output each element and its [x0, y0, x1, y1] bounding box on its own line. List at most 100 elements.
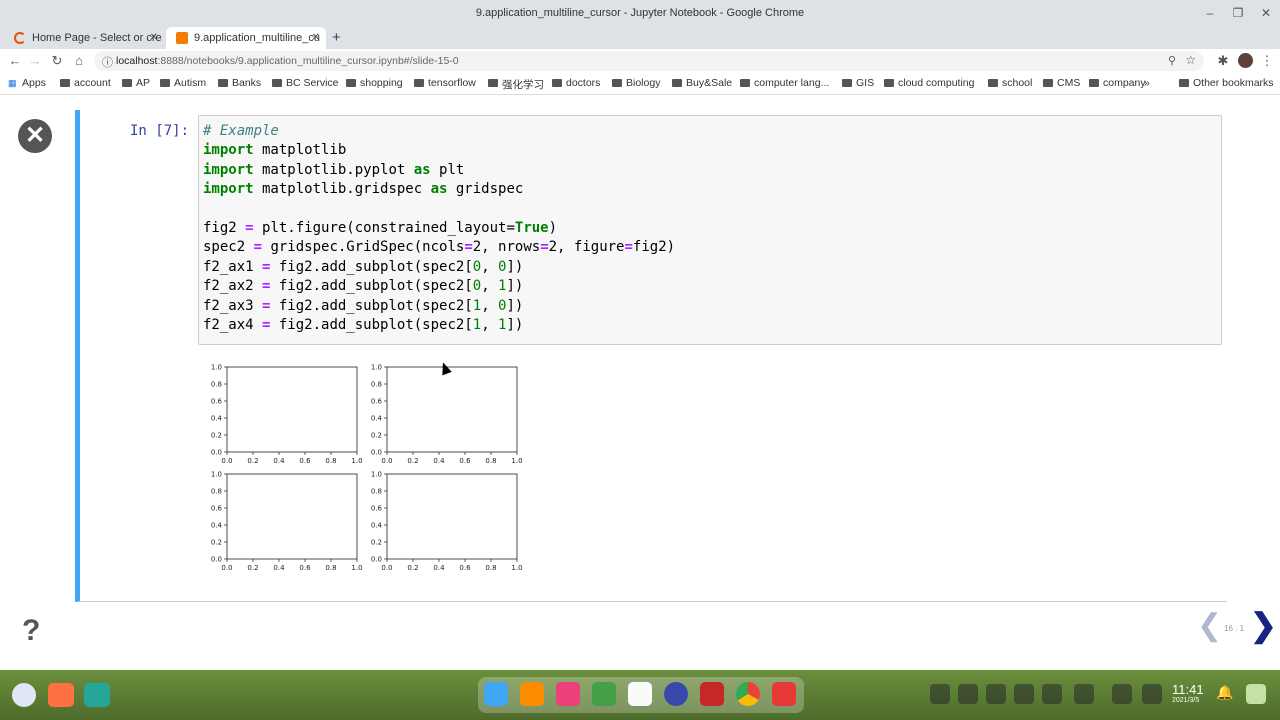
clock-date: 2021/3/5 — [1172, 697, 1200, 704]
code-line: f2_ax1 = fig2.add_subplot(spec2[0, 0]) — [203, 258, 524, 275]
next-slide-icon[interactable]: ❯ — [1250, 606, 1277, 644]
prev-slide-icon[interactable]: ❮ — [1197, 608, 1222, 643]
tab-notebook[interactable]: 9.application_multiline_cu ✕ — [166, 27, 326, 49]
browser-toolbar: ← → ↻ ⌂ ⓘ localhost:8888/notebooks/9.app… — [0, 49, 1280, 73]
bookmark-item[interactable]: school — [988, 77, 1032, 89]
music-icon[interactable] — [592, 682, 616, 706]
code-line: import matplotlib.pyplot as plt — [203, 161, 465, 178]
menu-icon[interactable]: ⋮ — [1258, 52, 1276, 70]
bookmark-item[interactable]: GIS — [842, 77, 874, 89]
trash-icon[interactable] — [1246, 684, 1266, 704]
restore-icon[interactable]: ❐ — [1230, 5, 1246, 21]
expand-tray-icon[interactable] — [1074, 684, 1094, 704]
y-tick-label: 0.6 — [371, 505, 383, 513]
code-line: f2_ax4 = fig2.add_subplot(spec2[1, 1]) — [203, 317, 524, 334]
y-tick-label: 1.0 — [211, 471, 222, 479]
app-store-icon[interactable] — [520, 682, 544, 706]
image-viewer-icon[interactable] — [556, 682, 580, 706]
bookmark-item[interactable]: account — [60, 77, 111, 89]
folder-icon — [672, 79, 682, 87]
bookmark-item[interactable]: cloud computing — [884, 77, 974, 89]
tray-icon[interactable] — [930, 684, 950, 704]
window-titlebar: 9.application_multiline_cursor - Jupyter… — [0, 0, 1280, 27]
volume-icon[interactable] — [986, 684, 1006, 704]
y-tick-label: 0.6 — [211, 398, 223, 406]
x-tick-label: 0.0 — [381, 457, 392, 465]
extensions-icon[interactable]: ✱ — [1214, 52, 1232, 70]
y-tick-label: 0.8 — [371, 488, 382, 496]
notification-panel-icon[interactable] — [1112, 684, 1132, 704]
code-editor[interactable]: # Example import matplotlib import matplot… — [198, 115, 1222, 345]
launcher-icon[interactable] — [12, 683, 36, 707]
reload-icon[interactable]: ↻ — [48, 52, 66, 70]
y-tick-label: 0.8 — [371, 381, 382, 389]
star-icon[interactable]: ☆ — [1185, 53, 1196, 67]
axes-frame — [386, 473, 518, 560]
desktop-icon[interactable] — [84, 683, 110, 707]
wifi-icon[interactable] — [1014, 684, 1034, 704]
bookmark-item[interactable]: Biology — [612, 77, 660, 89]
close-tab-icon[interactable]: ✕ — [150, 27, 158, 49]
bookmark-item[interactable]: shopping — [346, 77, 403, 89]
bookmark-item[interactable]: Banks — [218, 77, 261, 89]
bookmark-item[interactable]: company — [1089, 77, 1146, 89]
x-tick-label: 1.0 — [511, 564, 522, 572]
multitask-icon[interactable] — [48, 683, 74, 707]
x-tick-label: 0.6 — [459, 564, 471, 572]
power-icon[interactable] — [1142, 684, 1162, 704]
code-line: f2_ax3 = fig2.add_subplot(spec2[1, 0]) — [203, 297, 524, 314]
x-tick-label: 1.0 — [351, 564, 362, 572]
x-tick-label: 0.6 — [459, 457, 471, 465]
y-tick-label: 0.0 — [371, 556, 382, 564]
bookmark-item[interactable]: doctors — [552, 77, 600, 89]
minimize-icon[interactable]: – — [1202, 5, 1218, 21]
x-tick-label: 0.4 — [433, 564, 445, 572]
bookmark-item[interactable]: AP — [122, 77, 150, 89]
close-icon[interactable]: ✕ — [18, 119, 52, 153]
bookmark-item[interactable]: BC Service — [272, 77, 339, 89]
home-icon[interactable]: ⌂ — [70, 52, 88, 70]
bookmark-apps[interactable]: ▦ Apps — [8, 77, 46, 89]
calendar-icon[interactable] — [628, 682, 652, 706]
chrome-icon[interactable] — [736, 682, 760, 706]
bookmark-item[interactable]: Buy&Sale — [672, 77, 732, 89]
bookmark-item[interactable]: CMS — [1043, 77, 1080, 89]
back-icon[interactable]: ← — [6, 52, 24, 70]
close-window-icon[interactable]: ✕ — [1258, 5, 1274, 21]
close-tab-icon[interactable]: ✕ — [312, 27, 320, 49]
bookmark-item[interactable]: 强化学习 — [488, 77, 544, 92]
file-manager-icon[interactable] — [484, 682, 508, 706]
clock-time[interactable]: 11:41 — [1172, 682, 1204, 697]
zoom-icon[interactable]: ⚲ — [1168, 54, 1176, 67]
slide-number: 16 . 1 — [1224, 624, 1245, 633]
info-icon: ⓘ — [102, 57, 113, 69]
y-tick-label: 0.8 — [211, 488, 222, 496]
screen-recorder-icon[interactable] — [772, 682, 796, 706]
bookmark-other[interactable]: Other bookmarks — [1179, 77, 1274, 89]
keyboard-icon[interactable] — [958, 684, 978, 704]
settings-icon[interactable] — [664, 682, 688, 706]
avatar[interactable] — [1238, 53, 1253, 68]
bookmark-item[interactable]: tensorflow — [414, 77, 476, 89]
bell-icon[interactable]: 🔔 — [1215, 684, 1235, 704]
bookmark-item[interactable]: computer lang... — [740, 77, 829, 89]
tab-home-page[interactable]: Home Page - Select or cre ✕ — [4, 27, 164, 49]
bookmark-item[interactable]: Autism — [160, 77, 206, 89]
x-tick-label: 0.8 — [485, 457, 496, 465]
bluetooth-icon[interactable] — [1042, 684, 1062, 704]
tab-label: 9.application_multiline_cu — [194, 32, 320, 44]
x-tick-label: 0.8 — [325, 564, 336, 572]
help-icon[interactable]: ? — [22, 614, 40, 648]
apps-grid-icon: ▦ — [8, 78, 17, 88]
folder-icon — [1089, 79, 1099, 87]
x-tick-label: 0.4 — [433, 457, 445, 465]
bookmarks-overflow[interactable]: » — [1144, 77, 1150, 89]
terminal-icon[interactable] — [700, 682, 724, 706]
spinner-icon — [14, 32, 26, 44]
folder-icon — [884, 79, 894, 87]
new-tab-icon[interactable]: + — [332, 29, 341, 46]
forward-icon[interactable]: → — [26, 52, 44, 70]
folder-icon — [1043, 79, 1053, 87]
address-bar[interactable]: ⓘ localhost:8888/notebooks/9.application… — [94, 51, 1204, 71]
